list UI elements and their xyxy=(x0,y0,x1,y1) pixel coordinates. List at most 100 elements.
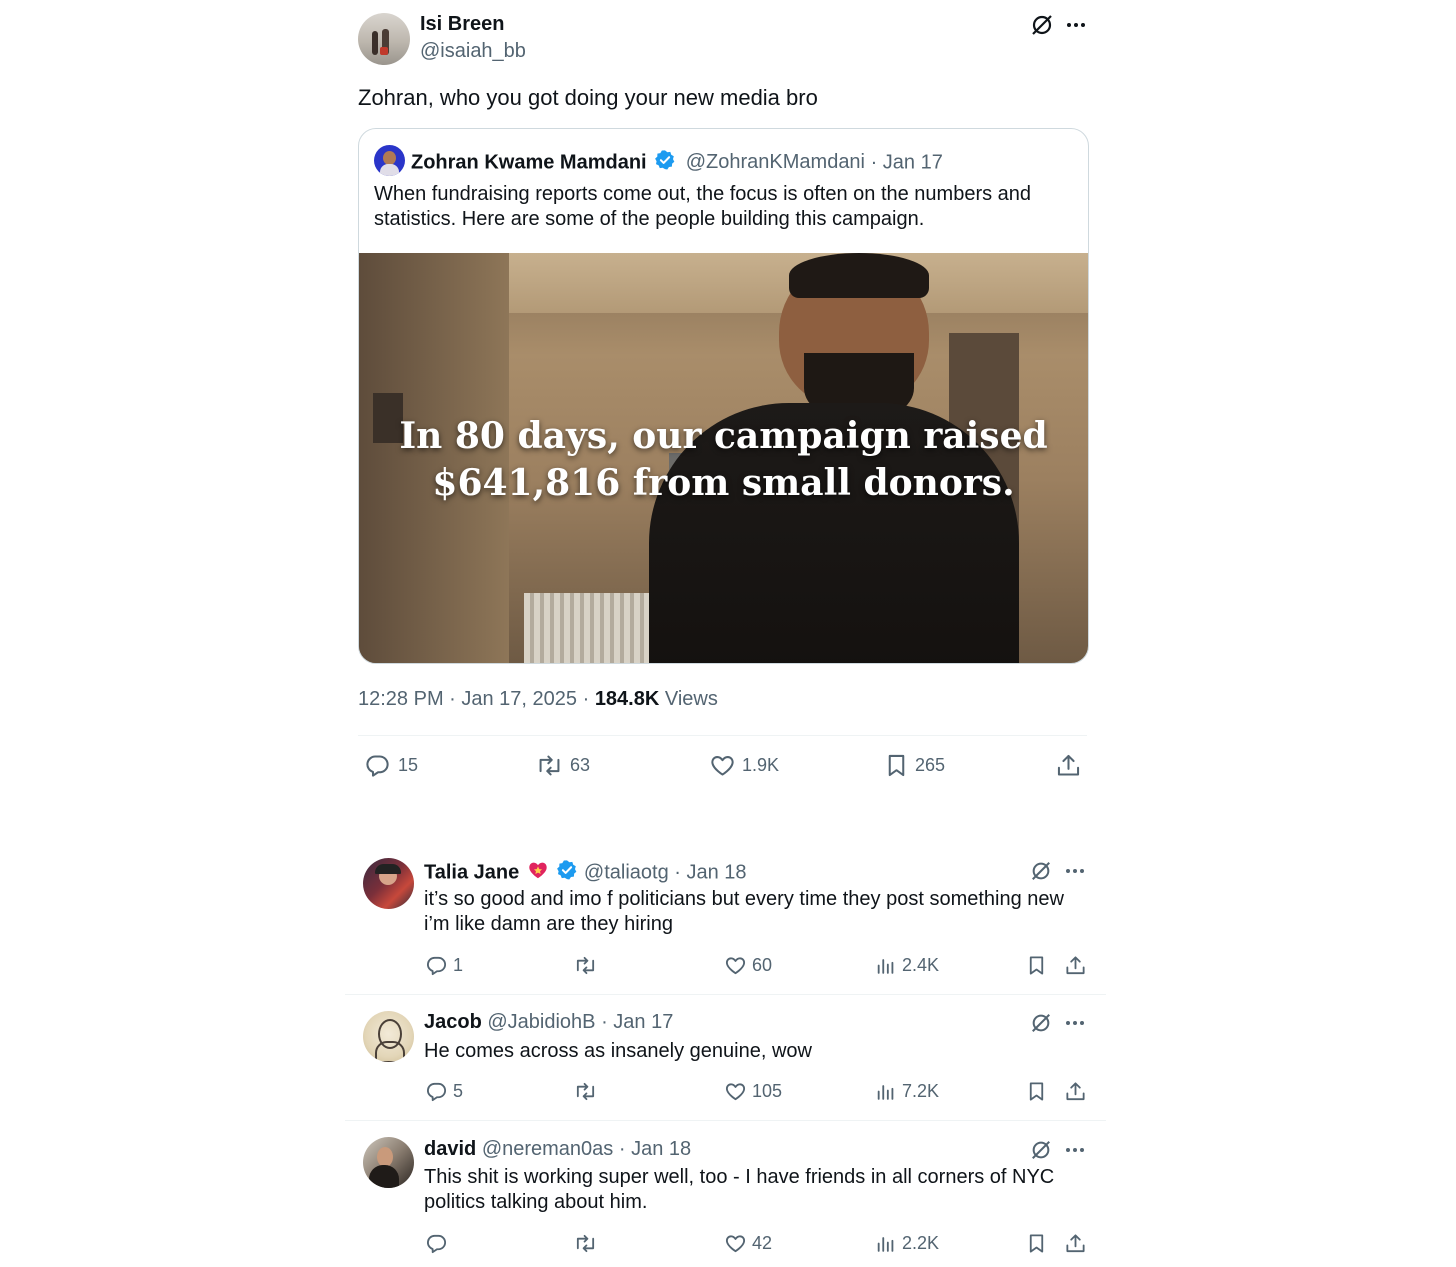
reply-count: 15 xyxy=(398,755,419,775)
repost-button[interactable] xyxy=(573,1080,603,1103)
reply-button[interactable] xyxy=(425,1232,453,1255)
analytics-icon xyxy=(875,1232,897,1255)
analytics-icon xyxy=(875,954,897,977)
more-options-icon[interactable] xyxy=(1064,1141,1086,1159)
heart-emoji-icon xyxy=(527,859,549,887)
author-name[interactable]: Isi Breen xyxy=(420,13,504,36)
views-button[interactable]: 2.2K xyxy=(875,1232,939,1255)
share-button[interactable] xyxy=(1064,954,1087,977)
repost-icon xyxy=(535,752,564,779)
divider xyxy=(345,1120,1106,1121)
reply-author-name[interactable]: Jacob xyxy=(424,1011,482,1033)
reply-author-name[interactable]: david xyxy=(424,1138,476,1160)
like-count: 60 xyxy=(752,955,773,975)
like-button[interactable]: 1.9K xyxy=(709,752,779,779)
quoted-author-handle: @ZohranKMamdani xyxy=(685,151,866,174)
share-icon xyxy=(1064,1232,1087,1255)
reply-button[interactable]: 15 xyxy=(364,752,418,779)
verified-badge-icon xyxy=(654,149,676,177)
quoted-tweet-card[interactable]: Zohran Kwame Mamdani @ZohranKMamdani · J… xyxy=(358,128,1089,664)
repost-icon xyxy=(573,1232,598,1255)
verified-badge-icon xyxy=(556,859,578,887)
reply-date[interactable]: · Jan 17 xyxy=(601,1011,673,1033)
heart-icon xyxy=(724,1232,747,1255)
quoted-text-line2: statistics. Here are some of the people … xyxy=(374,208,925,230)
reply-button[interactable]: 5 xyxy=(425,1080,463,1103)
bookmark-icon xyxy=(1025,954,1048,977)
repost-button[interactable] xyxy=(573,954,603,977)
quoted-date: · Jan 17 xyxy=(870,151,943,174)
share-icon xyxy=(1055,752,1082,779)
share-button[interactable] xyxy=(1064,1232,1087,1255)
views-count: 7.2K xyxy=(902,1081,940,1101)
more-options-icon[interactable] xyxy=(1065,16,1087,34)
like-button[interactable]: 60 xyxy=(724,954,772,977)
video-caption-line2: $641,816 from small donors. xyxy=(432,462,1015,504)
share-icon xyxy=(1064,954,1087,977)
views-label: Views xyxy=(664,688,718,710)
reply-text-line2: i’m like damn are they hiring xyxy=(424,913,673,935)
reply-icon xyxy=(425,1232,448,1255)
reply-author-handle[interactable]: @JabidiohB xyxy=(487,1011,595,1033)
repost-button[interactable] xyxy=(573,1232,603,1255)
heart-icon xyxy=(724,954,747,977)
tweet-text: Zohran, who you got doing your new media… xyxy=(358,85,818,110)
reply-button[interactable]: 1 xyxy=(425,954,463,977)
bookmark-button[interactable] xyxy=(1025,1232,1048,1255)
like-count: 105 xyxy=(752,1081,783,1101)
bookmark-icon xyxy=(1025,1080,1048,1103)
share-icon xyxy=(1064,1080,1087,1103)
like-button[interactable]: 42 xyxy=(724,1232,772,1255)
reply-text-line1: it’s so good and imo f politicians but e… xyxy=(424,888,1064,910)
reply-avatar[interactable] xyxy=(363,1011,414,1062)
repost-button[interactable]: 63 xyxy=(535,752,590,779)
views-button[interactable]: 7.2K xyxy=(875,1080,939,1103)
repost-count: 63 xyxy=(570,755,591,775)
repost-icon xyxy=(573,1080,598,1103)
reply-author-name[interactable]: Talia Jane xyxy=(424,861,519,883)
share-button[interactable] xyxy=(1055,752,1082,779)
like-count: 42 xyxy=(752,1233,773,1253)
bookmark-count: 265 xyxy=(915,755,946,775)
more-options-icon[interactable] xyxy=(1064,1014,1086,1032)
reply-avatar[interactable] xyxy=(363,1137,414,1188)
more-options-icon[interactable] xyxy=(1064,862,1086,880)
grok-icon[interactable] xyxy=(1030,1139,1052,1161)
quoted-author-avatar xyxy=(374,145,405,176)
share-button[interactable] xyxy=(1064,1080,1087,1103)
repost-icon xyxy=(573,954,598,977)
reply-icon xyxy=(425,1080,448,1103)
bookmark-icon xyxy=(883,752,910,779)
video-player[interactable]: In 80 days, our campaign raised $641,816… xyxy=(359,253,1088,663)
reply-text-line1: This shit is working super well, too - I… xyxy=(424,1166,1055,1188)
like-button[interactable]: 105 xyxy=(724,1080,782,1103)
reply-date[interactable]: · Jan 18 xyxy=(619,1138,691,1160)
grok-icon[interactable] xyxy=(1030,1012,1052,1034)
reply-date[interactable]: · Jan 18 xyxy=(674,861,746,883)
heart-icon xyxy=(709,752,736,779)
heart-icon xyxy=(724,1080,747,1103)
video-caption: In 80 days, our campaign raised $641,816… xyxy=(359,413,1088,507)
reply-text-line1: He comes across as insanely genuine, wow xyxy=(424,1040,812,1062)
views-count: 2.4K xyxy=(902,955,940,975)
author-handle[interactable]: @isaiah_bb xyxy=(420,40,526,63)
views-count: 184.8K xyxy=(594,688,660,710)
grok-icon[interactable] xyxy=(1030,860,1052,882)
like-count: 1.9K xyxy=(742,755,780,775)
bookmark-button[interactable]: 265 xyxy=(883,752,945,779)
analytics-icon xyxy=(875,1080,897,1103)
reply-author-handle[interactable]: @nereman0as xyxy=(482,1138,613,1160)
author-avatar[interactable] xyxy=(358,13,410,65)
views-button[interactable]: 2.4K xyxy=(875,954,939,977)
reply-icon xyxy=(425,954,448,977)
reply-avatar[interactable] xyxy=(363,858,414,909)
tweet-timestamp[interactable]: 12:28 PM · Jan 17, 2025 · xyxy=(358,688,589,710)
reply-icon xyxy=(364,752,391,779)
divider xyxy=(345,994,1106,995)
bookmark-button[interactable] xyxy=(1025,954,1048,977)
grok-icon[interactable] xyxy=(1030,13,1054,37)
reply-count: 5 xyxy=(453,1081,464,1101)
reply-author-handle[interactable]: @taliaotg xyxy=(584,861,669,883)
bookmark-button[interactable] xyxy=(1025,1080,1048,1103)
bookmark-icon xyxy=(1025,1232,1048,1255)
